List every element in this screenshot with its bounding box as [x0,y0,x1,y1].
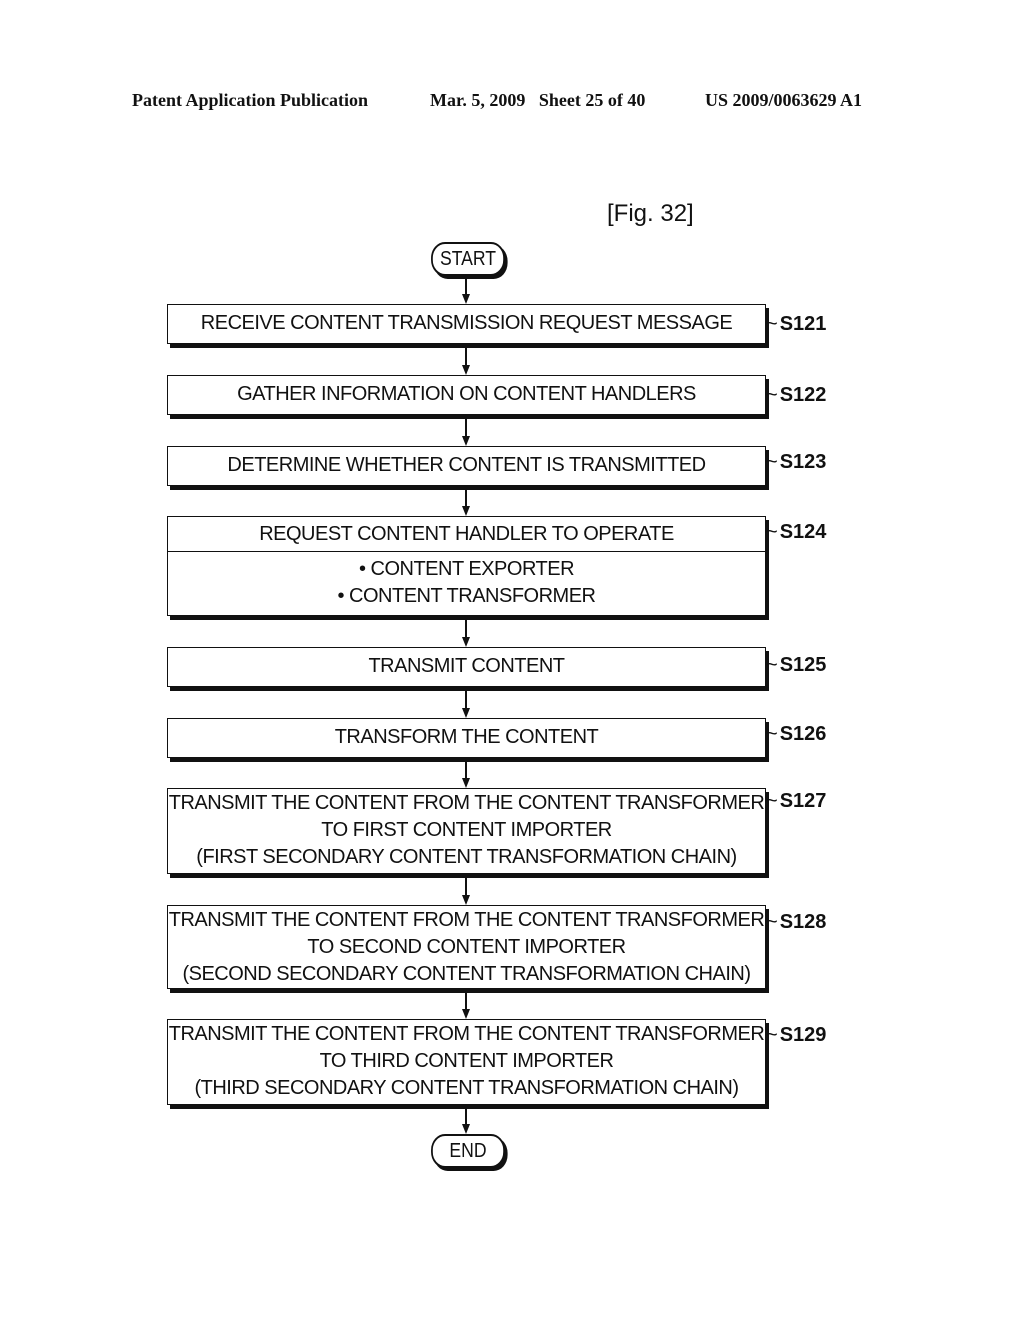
step-id: S125 [779,654,827,676]
step-box-s124: REQUEST CONTENT HANDLER TO OPERATE • CONT… [167,516,766,616]
step-label-s124: ~ S124 [766,521,826,544]
step-box-s125: TRANSMIT CONTENT [167,647,766,687]
step-label-s129: ~ S129 [766,1024,826,1047]
step-sub-item: • CONTENT EXPORTER [358,558,575,580]
step-id: S127 [779,790,827,812]
step-label-s121: ~ S121 [766,313,826,336]
step-text-line: (SECOND SECONDARY CONTENT TRANSFORMATION… [182,963,751,985]
step-text-line: TO FIRST CONTENT IMPORTER [321,819,612,841]
flow-arrow [462,877,470,905]
step-main-text: DETERMINE WHETHER CONTENT IS TRANSMITTED [168,447,765,479]
step-box-s128: TRANSMIT THE CONTENT FROM THE CONTENT TR… [167,905,766,989]
step-text-line: (FIRST SECONDARY CONTENT TRANSFORMATION … [196,846,737,868]
step-id: S123 [779,451,827,473]
flow-arrow [462,418,470,446]
flow-arrow [462,761,470,788]
start-terminal: START [431,242,505,276]
step-text-line: TRANSMIT CONTENT [368,655,565,677]
flow-arrow [462,690,470,718]
step-box-s129: TRANSMIT THE CONTENT FROM THE CONTENT TR… [167,1019,766,1105]
leader-line: ~ [766,313,778,335]
step-id: S128 [779,911,827,933]
step-text-line: TRANSFORM THE CONTENT [334,726,599,748]
flow-arrow [462,992,470,1019]
step-box-s127: TRANSMIT THE CONTENT FROM THE CONTENT TR… [167,788,766,874]
step-main-text: TRANSMIT THE CONTENT FROM THE CONTENT TR… [168,789,765,871]
step-box-s126: TRANSFORM THE CONTENT [167,718,766,758]
step-text-line: TO SECOND CONTENT IMPORTER [307,936,626,958]
step-label-s123: ~ S123 [766,451,826,474]
step-id: S126 [779,723,827,745]
leader-line: ~ [766,451,778,473]
leader-line: ~ [766,790,778,812]
step-sub-item: • CONTENT TRANSFORMER [337,585,597,607]
step-text-line: TO THIRD CONTENT IMPORTER [319,1050,614,1072]
step-label-s125: ~ S125 [766,654,826,677]
step-id: S122 [779,384,827,406]
step-main-text: GATHER INFORMATION ON CONTENT HANDLERS [168,376,765,408]
flow-arrow [462,489,470,516]
leader-line: ~ [766,521,778,543]
step-text-line: TRANSMIT THE CONTENT FROM THE CONTENT TR… [168,792,765,814]
step-sub-list: • CONTENT EXPORTER • CONTENT TRANSFORMER [168,551,765,610]
step-main-text: TRANSMIT THE CONTENT FROM THE CONTENT TR… [168,1020,765,1102]
flow-arrow [462,276,470,304]
leader-line: ~ [766,654,778,676]
flow-arrow [462,1108,470,1134]
step-label-s122: ~ S122 [766,384,826,407]
step-main-text: RECEIVE CONTENT TRANSMISSION REQUEST MES… [168,305,765,337]
flow-arrow [462,347,470,375]
step-id: S121 [779,313,827,335]
step-text-line: TRANSMIT THE CONTENT FROM THE CONTENT TR… [168,1023,765,1045]
step-box-s123: DETERMINE WHETHER CONTENT IS TRANSMITTED [167,446,766,486]
step-id: S124 [779,521,827,543]
step-id: S129 [779,1024,827,1046]
step-main-text: TRANSFORM THE CONTENT [168,719,765,751]
step-box-s122: GATHER INFORMATION ON CONTENT HANDLERS [167,375,766,415]
step-text-line: DETERMINE WHETHER CONTENT IS TRANSMITTED [227,454,706,476]
step-text-line: RECEIVE CONTENT TRANSMISSION REQUEST MES… [200,312,733,334]
step-label-s128: ~ S128 [766,911,826,934]
step-text-line: TRANSMIT THE CONTENT FROM THE CONTENT TR… [168,909,765,931]
step-text-line: REQUEST CONTENT HANDLER TO OPERATE [259,523,674,545]
step-text-line: GATHER INFORMATION ON CONTENT HANDLERS [237,383,696,405]
leader-line: ~ [766,723,778,745]
step-text-line: (THIRD SECONDARY CONTENT TRANSFORMATION … [194,1077,739,1099]
step-main-text: TRANSMIT CONTENT [168,648,765,680]
leader-line: ~ [766,911,778,933]
step-label-s127: ~ S127 [766,790,826,813]
step-main-text: REQUEST CONTENT HANDLER TO OPERATE [168,517,765,551]
end-terminal: END [431,1134,505,1168]
step-label-s126: ~ S126 [766,723,826,746]
leader-line: ~ [766,384,778,406]
flow-arrow [462,619,470,647]
leader-line: ~ [766,1024,778,1046]
step-main-text: TRANSMIT THE CONTENT FROM THE CONTENT TR… [168,906,765,988]
step-box-s121: RECEIVE CONTENT TRANSMISSION REQUEST MES… [167,304,766,344]
